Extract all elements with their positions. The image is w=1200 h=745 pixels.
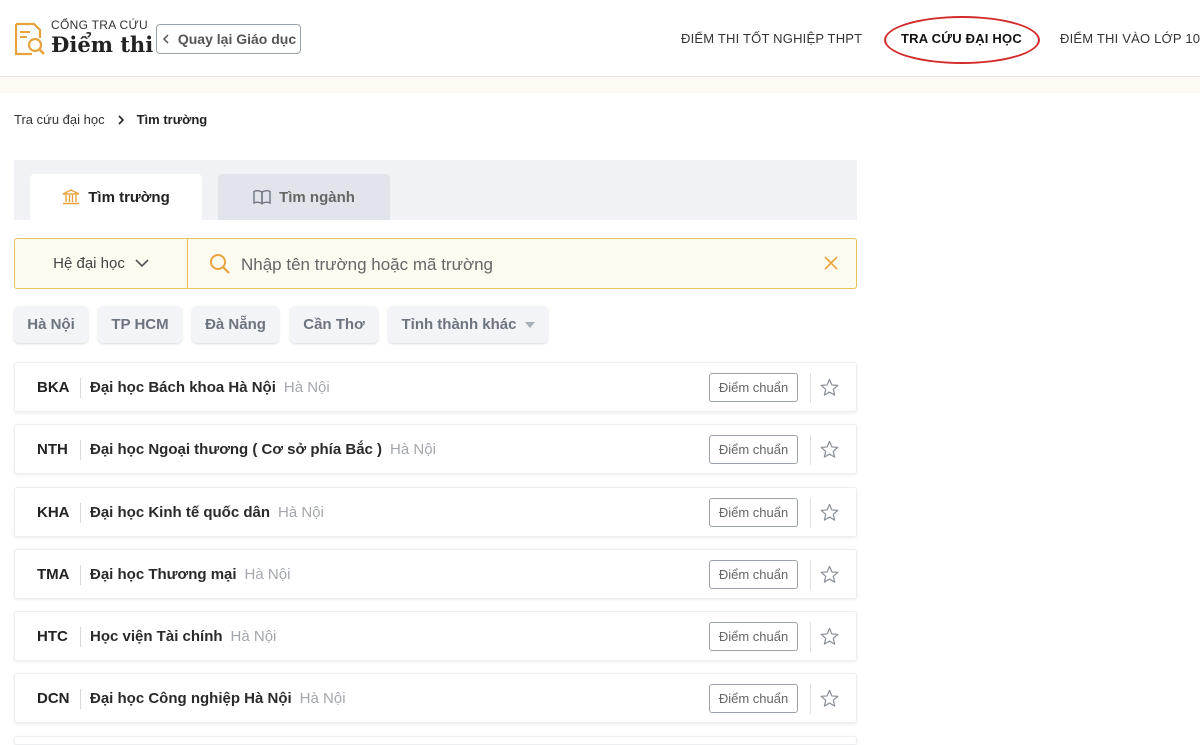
divider [80, 565, 81, 585]
school-name: Học viện Tài chính [90, 628, 223, 645]
school-name: Đại học Ngoại thương ( Cơ sở phía Bắc ) [90, 441, 383, 458]
tab-find-school[interactable]: Tìm trường [30, 174, 202, 220]
region-chip-label: Cần Thơ [303, 316, 365, 333]
book-icon [253, 190, 271, 205]
region-chip-label: Hà Nội [27, 316, 75, 333]
school-code: DCN [37, 690, 70, 707]
header-divider-band [0, 77, 1200, 93]
school-code: NTH [37, 441, 68, 458]
school-row-partial [14, 736, 857, 745]
star-icon[interactable] [820, 627, 839, 646]
school-row[interactable]: HTC Học viện Tài chính Hà Nội Điểm chuẩn [14, 611, 857, 661]
tab-find-major-label: Tìm ngành [279, 188, 355, 206]
breadcrumb-current: Tìm trường [136, 112, 208, 127]
benchmark-score-button[interactable]: Điểm chuẩn [709, 684, 798, 713]
education-system-value: Hệ đại học [53, 255, 125, 272]
school-city: Hà Nội [283, 379, 330, 396]
close-icon[interactable] [823, 255, 839, 271]
region-chip-label: TP HCM [111, 316, 169, 333]
site-logo[interactable]: CỔNG TRA CỨU Điểm thi [13, 18, 153, 60]
divider [80, 627, 81, 647]
divider [80, 503, 81, 523]
divider [810, 622, 811, 652]
search-tabs-panel: Tìm trường Tìm ngành [14, 160, 857, 220]
tab-find-major[interactable]: Tìm ngành [218, 174, 390, 220]
school-row[interactable]: BKA Đại học Bách khoa Hà Nội Hà Nội Điểm … [14, 362, 857, 412]
breadcrumb: Tra cứu đại học Tìm trường [14, 112, 207, 127]
school-code: TMA [37, 566, 70, 583]
divider [810, 435, 811, 465]
school-city: Hà Nội [230, 628, 277, 645]
benchmark-score-button[interactable]: Điểm chuẩn [709, 560, 798, 589]
logo-title: Điểm thi [51, 32, 154, 57]
region-chip-danang[interactable]: Đà Nẵng [192, 306, 279, 343]
region-chip-cantho[interactable]: Cần Thơ [290, 306, 378, 343]
school-row[interactable]: DCN Đại học Công nghiệp Hà Nội Hà Nội Điể… [14, 673, 857, 723]
star-icon[interactable] [820, 503, 839, 522]
school-row[interactable]: NTH Đại học Ngoại thương ( Cơ sở phía Bắ… [14, 424, 857, 474]
benchmark-score-button[interactable]: Điểm chuẩn [709, 435, 798, 464]
breadcrumb-parent[interactable]: Tra cứu đại học [14, 112, 105, 127]
nav-item-grade10-scores[interactable]: ĐIỂM THI VÀO LỚP 10 [1060, 31, 1200, 46]
education-system-dropdown[interactable]: Hệ đại học [15, 239, 188, 288]
school-row[interactable]: TMA Đại học Thương mại Hà Nội Điểm chuẩn [14, 549, 857, 599]
star-icon[interactable] [820, 440, 839, 459]
document-search-icon [14, 22, 45, 56]
region-chip-label: Đà Nẵng [205, 316, 266, 333]
nav-item-university-lookup[interactable]: TRA CỨU ĐẠI HỌC [901, 31, 1022, 46]
school-city: Hà Nội [390, 441, 436, 458]
school-name: Đại học Thương mại [90, 566, 237, 583]
star-icon[interactable] [820, 689, 839, 708]
benchmark-score-button[interactable]: Điểm chuẩn [709, 498, 798, 527]
site-header: CỔNG TRA CỨU Điểm thi Quay lại Giáo dục … [0, 0, 1200, 77]
divider [80, 440, 81, 460]
benchmark-score-button[interactable]: Điểm chuẩn [709, 373, 798, 402]
school-name: Đại học Bách khoa Hà Nội [90, 379, 276, 396]
divider [810, 373, 811, 403]
school-code: HTC [37, 628, 68, 645]
benchmark-score-button[interactable]: Điểm chuẩn [709, 622, 798, 651]
divider [810, 560, 811, 590]
school-row[interactable]: KHA Đại học Kinh tế quốc dân Hà Nội Điểm … [14, 487, 857, 537]
chevron-down-icon [135, 259, 149, 268]
university-icon [62, 189, 80, 205]
star-icon[interactable] [820, 565, 839, 584]
school-search-input[interactable] [239, 249, 803, 281]
caret-down-icon [524, 321, 535, 328]
back-to-education-button[interactable]: Quay lại Giáo dục [156, 24, 301, 54]
school-code: BKA [37, 379, 70, 396]
divider [80, 689, 81, 709]
school-search-bar: Hệ đại học [14, 238, 857, 289]
tab-find-school-label: Tìm trường [88, 188, 170, 206]
star-icon[interactable] [820, 378, 839, 397]
search-icon [210, 254, 230, 274]
divider [80, 378, 81, 398]
school-name: Đại học Công nghiệp Hà Nội [90, 690, 292, 707]
school-city: Hà Nội [299, 690, 346, 707]
region-chip-label: Tỉnh thành khác [401, 316, 517, 333]
nav-item-thpt-scores[interactable]: ĐIỂM THI TỐT NGHIỆP THPT [681, 31, 862, 46]
school-city: Hà Nội [244, 566, 291, 583]
chevron-left-icon [162, 34, 169, 44]
chevron-right-icon [118, 114, 124, 125]
region-chip-other-provinces[interactable]: Tỉnh thành khác [388, 306, 548, 343]
school-code: KHA [37, 504, 70, 521]
divider [810, 498, 811, 528]
logo-subtitle: CỔNG TRA CỨU [51, 18, 148, 32]
school-name: Đại học Kinh tế quốc dân [90, 504, 271, 521]
back-button-label: Quay lại Giáo dục [177, 31, 297, 47]
region-chip-hcm[interactable]: TP HCM [98, 306, 182, 343]
school-city: Hà Nội [278, 504, 324, 521]
region-chip-hanoi[interactable]: Hà Nội [14, 306, 88, 343]
divider [810, 684, 811, 714]
